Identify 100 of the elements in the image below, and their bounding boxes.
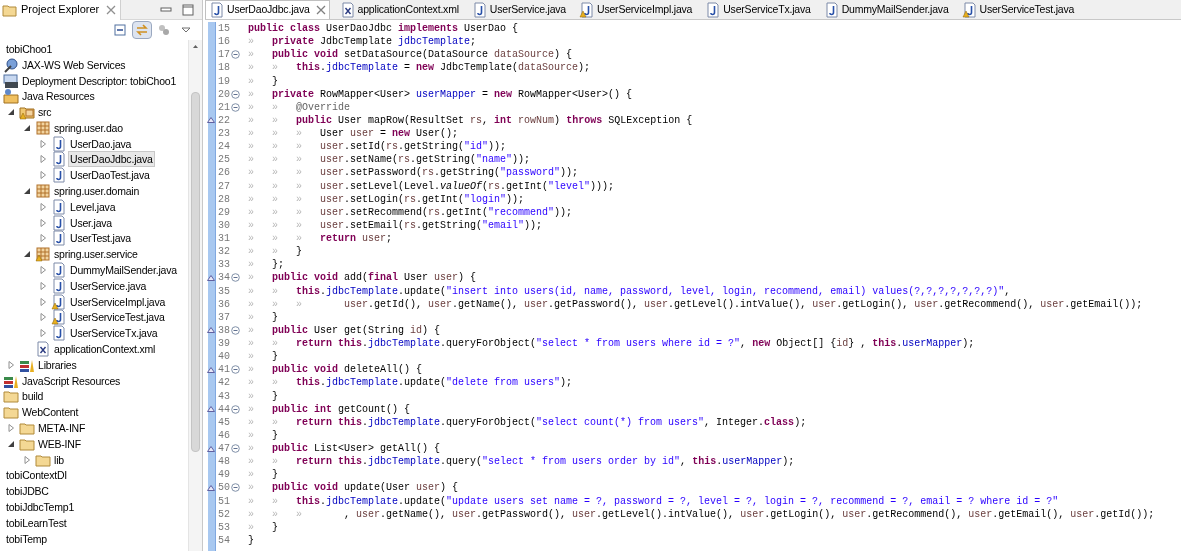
tree-item[interactable]: UserDaoTest.java (68, 167, 152, 184)
code-token: .getRecommend(), (866, 508, 964, 520)
fold-minus-icon[interactable] (231, 273, 240, 283)
collapse-arrow-icon[interactable] (38, 217, 48, 228)
tree-item[interactable]: Level.java (68, 198, 118, 215)
code-token: List<User> getAll() { (313, 443, 441, 454)
collapse-arrow-icon[interactable] (38, 138, 48, 149)
project-explorer-tab[interactable]: Project Explorer (0, 0, 122, 20)
tree-item[interactable]: WEB-INF (36, 435, 83, 452)
tree-item[interactable]: tobiContextDI (4, 467, 69, 484)
editor-tab[interactable]: UserServiceTx.java (702, 0, 814, 19)
tree-item[interactable]: lib (52, 451, 66, 468)
fold-minus-icon[interactable] (231, 404, 240, 414)
collapse-arrow-icon[interactable] (38, 296, 48, 307)
java-file-icon (51, 167, 67, 184)
line-number: 29 (217, 205, 230, 220)
tree-item[interactable]: build (20, 388, 46, 405)
code-token: return (320, 233, 356, 244)
code-token: , (482, 114, 490, 126)
fold-minus-icon[interactable] (231, 50, 240, 60)
tree-item[interactable]: UserDao.java (68, 135, 134, 152)
fold-minus-icon[interactable] (231, 325, 240, 335)
fold-minus-icon[interactable] (231, 483, 240, 493)
code-token: public (272, 443, 308, 454)
collapse-arrow-icon[interactable] (38, 233, 48, 244)
editor-tab[interactable]: UserServiceTest.java (958, 0, 1078, 19)
editor-tab[interactable]: UserServiceImpl.java (576, 0, 696, 19)
link-arrows-button[interactable] (132, 21, 152, 39)
tree-item[interactable]: applicationContext.xml (52, 341, 158, 358)
fold-minus-icon[interactable] (231, 102, 240, 112)
tab-marker: » (248, 113, 255, 127)
tree-item[interactable]: src (36, 104, 54, 121)
tab-marker: » (272, 455, 279, 469)
collapse-arrow-icon[interactable] (22, 454, 32, 465)
expand-arrow-icon[interactable] (6, 107, 16, 118)
tree-item[interactable]: WebContent (20, 404, 81, 421)
tree-item[interactable]: Deployment Descriptor: tobiChoo1 (20, 72, 179, 89)
tree-item[interactable]: spring.user.dao (52, 119, 125, 136)
tree-item[interactable]: META-INF (36, 420, 88, 437)
tree-item[interactable]: tobiChoo1 (4, 40, 55, 57)
maximize-icon[interactable] (182, 3, 194, 16)
line-number: 17 (217, 48, 230, 63)
java-file-icon (579, 1, 595, 18)
code-token: "update users set name = ?, password = ?, level = ?, login = ?, recommend = ?, email = ? where id = ?" (446, 495, 1059, 507)
tree-item[interactable]: tobiTemp (4, 530, 49, 547)
code-token: final (368, 272, 399, 284)
tree-item[interactable]: JAX-WS Web Services (20, 56, 128, 73)
scrollbar[interactable] (188, 40, 202, 551)
tree-item[interactable]: UserService.java (68, 277, 149, 294)
tree-item[interactable]: Libraries (36, 356, 79, 373)
fold-minus-icon[interactable] (231, 89, 240, 99)
scroll-thumb[interactable] (191, 92, 200, 452)
collapse-arrow-icon[interactable] (38, 328, 48, 339)
code-token: user (842, 508, 867, 520)
close-icon[interactable] (106, 4, 117, 15)
code-token: .query( (440, 456, 483, 468)
editor-tab[interactable]: DummyMailSender.java (820, 0, 952, 19)
fold-minus-icon[interactable] (231, 444, 240, 454)
line-number: 32 (217, 245, 230, 260)
collapse-arrow-icon[interactable] (38, 170, 48, 181)
tree-item[interactable]: Java Resources (20, 88, 97, 105)
code-token: .queryForObject( (440, 338, 537, 349)
line-number: 38 (217, 323, 230, 338)
collapse-arrow-icon[interactable] (38, 265, 48, 276)
tree-item[interactable]: UserServiceImpl.java (68, 293, 168, 310)
close-icon[interactable] (315, 5, 326, 15)
tab-marker: » (272, 100, 279, 114)
expand-arrow-icon[interactable] (22, 249, 32, 260)
fold-minus-icon[interactable] (231, 365, 240, 375)
collapse-arrow-icon[interactable] (6, 423, 16, 433)
tree-item[interactable]: UserServiceTx.java (68, 325, 160, 342)
editor-tab[interactable]: UserService.java (468, 0, 569, 19)
tree-item[interactable]: tobiJdbcTemp1 (4, 499, 77, 515)
code-token: } (272, 390, 278, 402)
code-token: user (320, 219, 344, 231)
code-token: public int (272, 403, 332, 415)
code-token: , (343, 508, 351, 520)
code-token: user (343, 298, 368, 310)
tree-item[interactable]: User.java (68, 214, 114, 231)
code-token: rs (428, 206, 441, 218)
line-number: 54 (217, 533, 230, 548)
editor-tab[interactable]: UserDaoJdbc.java (205, 0, 330, 19)
tree-item[interactable]: spring.user.service (52, 246, 140, 263)
tree-item[interactable]: tobiLearnTest (4, 514, 69, 531)
tree-item[interactable]: spring.user.domain (52, 183, 142, 200)
editor-tab[interactable]: applicationContext.xml (336, 0, 462, 19)
collapse-arrow-icon[interactable] (38, 312, 48, 323)
tree-item[interactable]: UserDaoJdbc.java (68, 151, 155, 168)
tree-item[interactable]: DummyMailSender.java (68, 262, 179, 279)
collapse-arrow-icon[interactable] (6, 359, 16, 370)
code-token: = (403, 62, 412, 74)
collapse-arrow-icon[interactable] (38, 280, 48, 291)
line-number: 52 (217, 507, 230, 522)
expand-arrow-icon[interactable] (22, 186, 32, 197)
tree-item[interactable]: JavaScript Resources (20, 372, 123, 389)
tree-item[interactable]: UserTest.java (68, 230, 133, 247)
tree-item[interactable]: UserServiceTest.java (68, 309, 167, 326)
tree-item[interactable]: tobiJDBC (4, 483, 51, 500)
collapse-arrow-icon[interactable] (38, 201, 48, 212)
collapse-arrow-icon[interactable] (38, 154, 48, 165)
